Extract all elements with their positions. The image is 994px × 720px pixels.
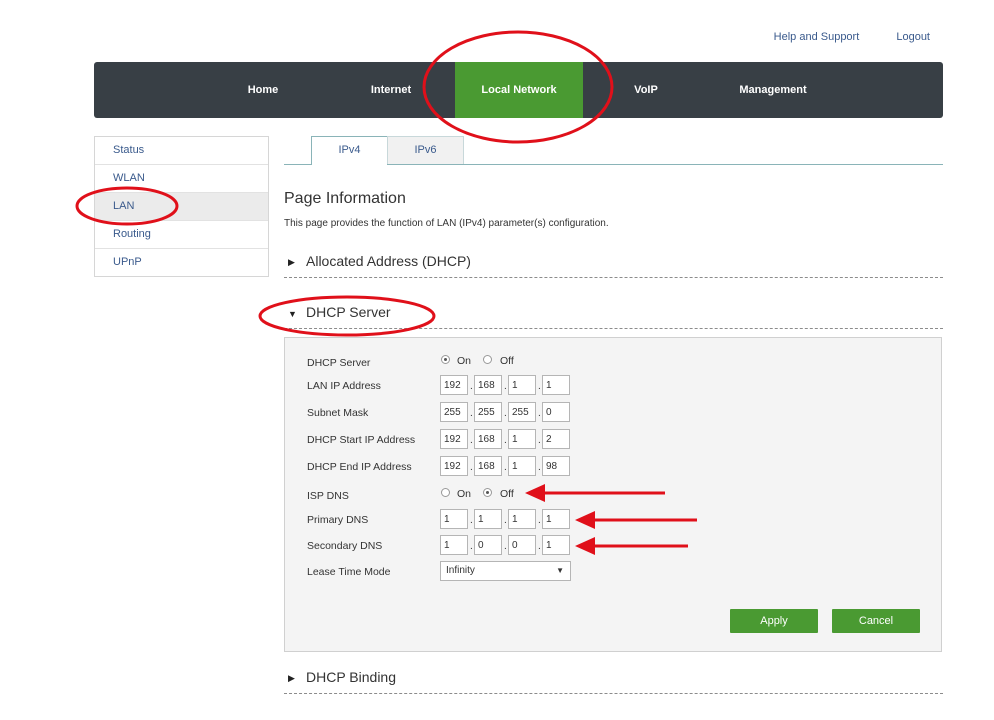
field-label: DHCP End IP Address: [307, 461, 412, 473]
page-description: This page provides the function of LAN (…: [284, 218, 609, 229]
dhcp-server-panel: DHCP Server On Off LAN IP Address 192 . …: [284, 337, 942, 652]
section-dhcp-server[interactable]: ▼ DHCP Server: [284, 302, 943, 329]
ip-octet-field[interactable]: 255: [440, 402, 468, 422]
section-title: DHCP Server: [306, 304, 391, 320]
field-label: LAN IP Address: [307, 380, 381, 392]
triangle-down-icon: ▼: [288, 309, 297, 319]
field-label: Subnet Mask: [307, 407, 369, 419]
ip-octet-field[interactable]: 1: [508, 509, 536, 529]
nav-internet[interactable]: Internet: [358, 62, 424, 118]
top-links: Help and Support Logout: [740, 31, 930, 43]
nav-local-network[interactable]: Local Network: [455, 62, 583, 118]
ip-octet-field[interactable]: 192: [440, 456, 468, 476]
section-title: Allocated Address (DHCP): [306, 253, 471, 269]
select-value: Infinity: [446, 565, 475, 576]
sidebar-item-lan[interactable]: LAN: [95, 193, 268, 221]
field-label: Lease Time Mode: [307, 566, 391, 578]
field-label: Primary DNS: [307, 514, 369, 526]
help-support-link[interactable]: Help and Support: [774, 31, 860, 43]
section-title: DHCP Binding: [306, 669, 397, 685]
ip-octet-field[interactable]: 0: [508, 535, 536, 555]
ip-octet-field[interactable]: 1: [474, 509, 502, 529]
cancel-button[interactable]: Cancel: [832, 609, 920, 633]
sidebar-item-wlan[interactable]: WLAN: [95, 165, 268, 193]
ip-octet-field[interactable]: 0: [542, 402, 570, 422]
isp-dns-off-radio[interactable]: [483, 488, 492, 497]
ip-octet-field[interactable]: 1: [508, 375, 536, 395]
sidebar-item-status[interactable]: Status: [95, 137, 268, 165]
tab-ipv4[interactable]: IPv4: [311, 136, 388, 165]
ip-octet-field[interactable]: 1: [542, 375, 570, 395]
apply-button[interactable]: Apply: [730, 609, 818, 633]
dhcp-server-on-radio[interactable]: [441, 355, 450, 364]
ip-octet-field[interactable]: 192: [440, 375, 468, 395]
field-label: Secondary DNS: [307, 540, 383, 552]
tab-ipv6[interactable]: IPv6: [387, 136, 464, 164]
radio-label: On: [457, 355, 472, 367]
ip-octet-field[interactable]: 192: [440, 429, 468, 449]
radio-label: Off: [500, 355, 514, 367]
ip-octet-field[interactable]: 168: [474, 429, 502, 449]
field-label: ISP DNS: [307, 490, 349, 502]
section-dhcp-binding[interactable]: ▶ DHCP Binding: [284, 667, 943, 694]
radio-label: Off: [500, 488, 514, 500]
ip-octet-field[interactable]: 0: [474, 535, 502, 555]
ip-version-tabs: IPv4 IPv6: [284, 136, 943, 165]
sidebar-item-upnp[interactable]: UPnP: [95, 249, 268, 276]
ip-octet-field[interactable]: 1: [542, 509, 570, 529]
ip-octet-field[interactable]: 255: [474, 402, 502, 422]
ip-octet-field[interactable]: 1: [508, 429, 536, 449]
main-navbar: Home Internet Local Network VoIP Managem…: [94, 62, 943, 118]
ip-octet-field[interactable]: 1: [542, 535, 570, 555]
isp-dns-on-radio[interactable]: [441, 488, 450, 497]
nav-management[interactable]: Management: [730, 62, 816, 118]
nav-voip[interactable]: VoIP: [620, 62, 672, 118]
ip-octet-field[interactable]: 1: [508, 456, 536, 476]
caret-down-icon: ▼: [556, 566, 564, 575]
logout-link[interactable]: Logout: [896, 31, 930, 43]
nav-home[interactable]: Home: [233, 62, 293, 118]
ip-octet-field[interactable]: 168: [474, 456, 502, 476]
ip-octet-field[interactable]: 1: [440, 535, 468, 555]
sidebar: Status WLAN LAN Routing UPnP: [94, 136, 269, 277]
section-allocated-address[interactable]: ▶ Allocated Address (DHCP): [284, 251, 943, 278]
page-title: Page Information: [284, 190, 406, 207]
ip-octet-field[interactable]: 168: [474, 375, 502, 395]
radio-label: On: [457, 488, 472, 500]
lease-time-select[interactable]: Infinity ▼: [440, 561, 571, 581]
ip-octet-field[interactable]: 2: [542, 429, 570, 449]
dhcp-server-off-radio[interactable]: [483, 355, 492, 364]
sidebar-item-routing[interactable]: Routing: [95, 221, 268, 249]
triangle-right-icon: ▶: [288, 257, 295, 267]
field-label: DHCP Server: [307, 357, 371, 369]
ip-octet-field[interactable]: 255: [508, 402, 536, 422]
ip-octet-field[interactable]: 98: [542, 456, 570, 476]
ip-octet-field[interactable]: 1: [440, 509, 468, 529]
triangle-right-icon: ▶: [288, 673, 295, 683]
field-label: DHCP Start IP Address: [307, 434, 416, 446]
